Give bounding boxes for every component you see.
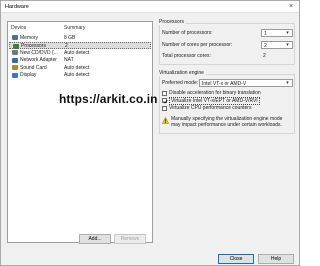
num-processors-label: Number of processors:: [162, 30, 213, 36]
virtualization-warning: Manually specifying the virtualization e…: [171, 116, 283, 128]
add-button-label: Add...: [88, 236, 102, 242]
warning-icon: [162, 117, 169, 124]
remove-button[interactable]: Remove: [114, 234, 146, 244]
display-icon: [12, 72, 18, 78]
column-device[interactable]: Device: [11, 25, 26, 31]
cores-select[interactable]: 2 ▾: [261, 41, 293, 49]
help-button[interactable]: Help: [258, 254, 294, 264]
chevron-down-icon: ▾: [286, 80, 289, 86]
total-cores-label: Total processor cores:: [162, 53, 211, 59]
device-summary: Auto detect: [64, 64, 90, 71]
memory-icon: [12, 35, 18, 40]
processor-icon: [13, 43, 19, 49]
preferred-mode-label: Preferred mode:: [162, 80, 199, 86]
checkmark-icon: [162, 99, 168, 103]
device-name: Network Adapter: [20, 57, 57, 63]
column-summary[interactable]: Summary: [64, 25, 85, 31]
device-name: Display: [20, 72, 37, 78]
checkbox[interactable]: [162, 90, 167, 96]
watermark-url: https://arkit.co.in: [59, 92, 158, 106]
virtualization-group: Virtualization engine Preferred mode: In…: [159, 70, 295, 134]
sound-card-icon: [12, 65, 18, 70]
cores-label: Number of cores per processor:: [162, 42, 233, 48]
close-button[interactable]: Close: [218, 254, 254, 264]
device-name: New CD/DVD (...: [20, 49, 58, 56]
window-title: Hardware: [5, 4, 29, 10]
checkbox[interactable]: [162, 105, 167, 111]
device-list: Device Summary Memory 8 GB Processors 2 New …: [7, 21, 153, 243]
add-button[interactable]: Add...: [79, 234, 111, 244]
device-row[interactable]: Sound Card Auto detect: [9, 64, 151, 71]
processors-title: Processors: [159, 19, 187, 25]
total-cores-value: 2: [263, 53, 266, 59]
chevron-down-icon: ▾: [286, 30, 289, 36]
device-row[interactable]: Memory 8 GB: [9, 34, 151, 41]
title-bar: Hardware ×: [1, 1, 299, 13]
device-list-header: Device Summary: [8, 22, 152, 32]
device-summary: 8 GB: [64, 34, 76, 41]
checkbox-label: Disable acceleration for binary translat…: [169, 90, 261, 96]
help-button-label: Help: [270, 256, 282, 262]
preferred-mode-select[interactable]: Intel VT-x or AMD-V ▾: [199, 79, 293, 87]
device-row[interactable]: New CD/DVD (... Auto detect: [9, 49, 151, 56]
preferred-mode-value: Intel VT-x or AMD-V: [202, 80, 247, 87]
device-name: Sound Card: [20, 64, 47, 71]
close-icon[interactable]: ×: [286, 2, 296, 12]
device-name: Memory: [20, 34, 39, 41]
device-summary: NAT: [64, 57, 74, 63]
network-adapter-icon: [12, 57, 18, 63]
device-row[interactable]: Network Adapter NAT: [9, 57, 151, 64]
device-summary: Auto detect: [64, 49, 90, 56]
checkbox[interactable]: [162, 98, 168, 103]
hardware-dialog: Hardware × Device Summary Memory 8 GB Proc…: [0, 0, 300, 266]
close-button-label: Close: [229, 256, 243, 262]
num-processors-value: 1: [264, 30, 267, 37]
device-row[interactable]: Display Auto detect: [9, 72, 151, 79]
device-row[interactable]: Processors 2: [9, 41, 151, 49]
checkbox-label: Virtualize CPU performance counters: [169, 105, 252, 111]
cores-value: 2: [264, 42, 267, 49]
device-summary: Auto detect: [64, 72, 90, 78]
processors-group: Processors Number of processors: 1 ▾ Num…: [159, 19, 295, 65]
remove-button-label: Remove: [120, 236, 140, 242]
num-processors-select[interactable]: 1 ▾: [261, 29, 293, 37]
virtualization-title: Virtualization engine: [159, 70, 206, 76]
checkbox-label: Virtualize Intel VT-x/EPT or AMD-V/RVI: [169, 96, 260, 105]
chevron-down-icon: ▾: [286, 42, 289, 48]
cd-dvd-icon: [12, 50, 18, 55]
